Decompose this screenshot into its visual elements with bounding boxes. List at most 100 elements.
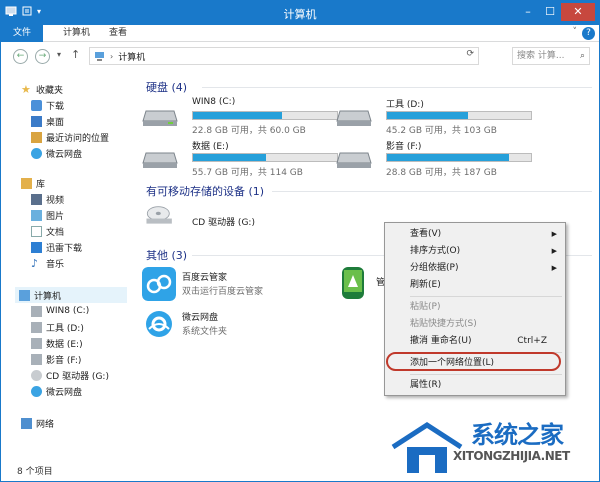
nav-downloads[interactable]: 下载 [31, 97, 64, 113]
drive-usage-bar [192, 153, 338, 162]
nav-favorites[interactable]: ★ 收藏夹 [21, 81, 63, 97]
menu-paste[interactable]: 粘贴(P) [385, 299, 565, 316]
drive-c[interactable]: WIN8 (C:) 22.8 GB 可用，共 60.0 GB [142, 97, 338, 137]
nav-recent-places[interactable]: 最近访问的位置 [31, 129, 109, 145]
nav-drive-c[interactable]: WIN8 (C:) [31, 303, 89, 319]
nav-drive-e[interactable]: 数据 (E:) [31, 335, 83, 351]
app-weiyun[interactable]: 微云网盘 系统文件夹 [142, 307, 292, 347]
group-divider [202, 87, 592, 88]
nav-desktop-label: 桌面 [46, 117, 65, 128]
nav-weiyun[interactable]: 微云网盘 [31, 145, 82, 161]
menu-refresh-label: 刷新(E) [410, 280, 441, 290]
menu-refresh[interactable]: 刷新(E) [385, 277, 565, 294]
nav-thunder-downloads[interactable]: 迅雷下载 [31, 239, 82, 255]
drive-icon [31, 321, 42, 333]
drive-d[interactable]: 工具 (D:) 45.2 GB 可用，共 103 GB [336, 97, 532, 137]
nav-libraries-label: 库 [36, 179, 46, 190]
recent-locations-icon[interactable]: ▾ [57, 50, 61, 59]
group-other[interactable]: 其他 (3) [146, 247, 187, 263]
title-bar: ▾ 计算机 – ☐ ✕ [1, 1, 599, 25]
drive-icon [31, 353, 42, 365]
menu-view[interactable]: 查看(V) ▶ [385, 226, 565, 243]
group-removable[interactable]: 有可移动存储的设备 (1) [146, 183, 264, 199]
nav-libraries[interactable]: 库 [21, 175, 45, 191]
app-name: 百度云管家 [182, 273, 228, 283]
address-bar[interactable]: › 计算机 ⟳ [89, 47, 479, 65]
weiyun-icon [142, 307, 176, 341]
menu-paste-label: 粘贴(P) [410, 302, 441, 312]
breadcrumb-computer[interactable]: 计算机 [118, 50, 145, 63]
desktop-icon [31, 115, 42, 127]
nav-pictures-label: 图片 [46, 211, 65, 222]
drive-usage-fill [193, 112, 283, 119]
navigation-pane: ★ 收藏夹 下载 桌面 最近访问的位置 微云网盘 库 视频 图片 文档 迅雷下载… [1, 73, 128, 453]
ribbon-tabs: 文件 计算机 查看 ˅ ? [1, 25, 599, 42]
refresh-icon[interactable]: ⟳ [466, 49, 474, 59]
watermark: 系统之家 XITONGZHIJIA.NET [383, 411, 600, 482]
nav-weiyun-computer[interactable]: 微云网盘 [31, 383, 82, 399]
nav-network[interactable]: 网络 [21, 415, 54, 431]
drive-info: 28.8 GB 可用，共 187 GB [386, 168, 497, 178]
tab-view[interactable]: 查看 [101, 25, 135, 42]
watermark-url: XITONGZHIJIA.NET [453, 449, 570, 463]
watermark-text: 系统之家 [471, 420, 564, 449]
search-input[interactable]: 搜索 计算... ⌕ [512, 47, 590, 65]
menu-separator [410, 374, 562, 375]
tab-file[interactable]: 文件 [1, 25, 43, 42]
menu-properties[interactable]: 属性(R) [385, 377, 565, 394]
menu-undo-rename-label: 撤消 重命名(U) [410, 336, 472, 346]
drive-info: 45.2 GB 可用，共 103 GB [386, 126, 497, 136]
drive-usage-bar [386, 111, 532, 120]
up-button[interactable]: ↑ [71, 48, 80, 61]
nav-favorites-label: 收藏夹 [36, 85, 64, 96]
music-icon: ♪ [31, 256, 39, 270]
menu-paste-shortcut[interactable]: 粘贴快捷方式(S) [385, 316, 565, 333]
document-icon [31, 225, 42, 237]
back-button[interactable]: ← [13, 49, 28, 64]
submenu-arrow-icon: ▶ [551, 230, 557, 238]
nav-pictures[interactable]: 图片 [31, 207, 64, 223]
nav-desktop[interactable]: 桌面 [31, 113, 64, 129]
menu-sort-by[interactable]: 排序方式(O) ▶ [385, 243, 565, 260]
maximize-button[interactable]: ☐ [539, 3, 561, 21]
nav-drive-f[interactable]: 影音 (F:) [31, 351, 81, 367]
nav-computer[interactable]: 计算机 [15, 287, 127, 303]
baidu-cloud-icon [142, 267, 176, 301]
help-icon[interactable]: ? [582, 27, 595, 40]
drive-info: 55.7 GB 可用，共 114 GB [192, 168, 303, 178]
nav-thunder-downloads-label: 迅雷下载 [46, 243, 83, 254]
app-desc: 系统文件夹 [182, 327, 228, 337]
app-manager[interactable]: 管 [342, 267, 385, 307]
expand-ribbon-icon[interactable]: ˅ [573, 27, 578, 37]
drive-usage-bar [386, 153, 532, 162]
computer-icon [19, 289, 30, 301]
nav-music[interactable]: ♪ 音乐 [31, 255, 64, 271]
nav-drive-d-label: 工具 (D:) [46, 323, 84, 334]
minimize-button[interactable]: – [517, 3, 539, 21]
nav-documents[interactable]: 文档 [31, 223, 64, 239]
nav-videos[interactable]: 视频 [31, 191, 64, 207]
nav-computer-label: 计算机 [34, 291, 62, 302]
nav-cd-drive-label: CD 驱动器 (G:) [46, 371, 109, 382]
group-hard-disks[interactable]: 硬盘 (4) [146, 79, 187, 95]
search-placeholder: 搜索 计算... [517, 51, 565, 61]
menu-group-by[interactable]: 分组依据(P) ▶ [385, 260, 565, 277]
drive-usage-fill [387, 154, 510, 161]
drive-f[interactable]: 影音 (F:) 28.8 GB 可用，共 187 GB [336, 139, 532, 179]
drive-usage-fill [387, 112, 468, 119]
menu-undo-rename[interactable]: 撤消 重命名(U) Ctrl+Z [385, 333, 565, 350]
drive-e[interactable]: 数据 (E:) 55.7 GB 可用，共 114 GB [142, 139, 338, 179]
nav-network-label: 网络 [36, 419, 55, 430]
breadcrumb-chevron-icon[interactable]: › [110, 52, 113, 61]
nav-weiyun-computer-label: 微云网盘 [46, 387, 83, 398]
cd-drive[interactable]: CD 驱动器 (G:) [142, 203, 332, 235]
drive-info: 22.8 GB 可用，共 60.0 GB [192, 126, 306, 136]
forward-button[interactable]: → [35, 49, 50, 64]
nav-cd-drive[interactable]: CD 驱动器 (G:) [31, 367, 109, 383]
search-icon: ⌕ [579, 51, 585, 61]
close-button[interactable]: ✕ [561, 3, 595, 21]
nav-drive-d[interactable]: 工具 (D:) [31, 319, 84, 335]
app-baidu-cloud[interactable]: 百度云管家 双击运行百度云管家 [142, 267, 292, 307]
tab-computer[interactable]: 计算机 [55, 25, 98, 42]
drive-usage-fill [193, 154, 267, 161]
